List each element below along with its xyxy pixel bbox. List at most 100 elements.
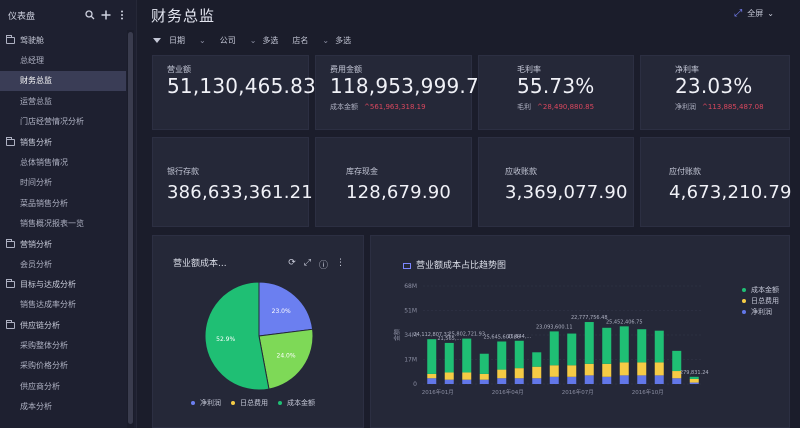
sidebar-scrollbar[interactable] bbox=[127, 30, 134, 428]
kpi-card-bank-deposit: 银行存款 386,633,361.21 bbox=[152, 137, 313, 227]
bar-cost[interactable] bbox=[637, 329, 647, 363]
sidebar-item[interactable]: 销售达成率分析 bbox=[0, 295, 126, 316]
bar-expense[interactable] bbox=[549, 365, 559, 377]
bar-profit[interactable] bbox=[462, 379, 472, 384]
legend-label: 日总费用 bbox=[240, 399, 268, 407]
sidebar-item[interactable]: 总体销售情况 bbox=[0, 152, 126, 173]
more-vertical-icon[interactable]: ⋮ bbox=[336, 258, 345, 271]
y-tick-label: 17M bbox=[404, 357, 417, 364]
trend-title-text: 营业额成本占比趋势图 bbox=[416, 261, 507, 271]
sidebar-item[interactable]: 财务总监 bbox=[0, 70, 126, 91]
folder-icon bbox=[6, 34, 15, 44]
sidebar-group[interactable]: 销售分析 bbox=[0, 132, 126, 152]
folder-icon bbox=[6, 136, 15, 146]
bar-expense[interactable] bbox=[497, 369, 507, 379]
sidebar-item[interactable]: 采购整体分析 bbox=[0, 335, 126, 356]
sidebar-item[interactable]: 会员分析 bbox=[0, 254, 126, 275]
filter-icon bbox=[153, 37, 161, 43]
add-icon[interactable] bbox=[100, 9, 112, 21]
bar-cost[interactable] bbox=[549, 331, 559, 366]
bar-expense[interactable] bbox=[514, 368, 524, 379]
bar-cost[interactable] bbox=[462, 338, 472, 373]
bar-profit[interactable] bbox=[602, 376, 612, 384]
sidebar-group[interactable]: 营销分析 bbox=[0, 234, 126, 254]
filter-store-label: 店名 bbox=[292, 35, 309, 45]
bar-profit[interactable] bbox=[444, 379, 454, 384]
filter-store[interactable]: 店名 ⌄ 多选 bbox=[292, 35, 351, 46]
bar-profit[interactable] bbox=[497, 378, 507, 384]
bar-cost[interactable] bbox=[479, 353, 489, 374]
sidebar-item[interactable]: 销售概况报表一览 bbox=[0, 214, 126, 235]
pie-chart: 23.0% 24.0% 52.9% bbox=[204, 281, 314, 391]
bar-profit[interactable] bbox=[619, 375, 629, 384]
sidebar-item[interactable]: 菜品销售分析 bbox=[0, 193, 126, 214]
bar-cost[interactable] bbox=[514, 340, 524, 369]
bar-expense[interactable] bbox=[444, 372, 454, 380]
bar-profit[interactable] bbox=[427, 378, 437, 384]
bar-cost[interactable] bbox=[427, 339, 437, 374]
fullscreen-button[interactable]: ⤢ 全屏 ⌄ bbox=[734, 8, 774, 19]
filter-date[interactable]: 日期 ⌄ bbox=[169, 35, 206, 46]
kpi-card-payables: 应付账款 4,673,210.79 bbox=[640, 137, 791, 227]
bar-cost[interactable] bbox=[567, 333, 577, 366]
filter-company[interactable]: 公司 ⌄ 多选 bbox=[220, 35, 279, 46]
bar-profit[interactable] bbox=[672, 378, 682, 384]
bar-cost[interactable] bbox=[654, 330, 664, 363]
legend-label: 日总费用 bbox=[751, 296, 779, 305]
sidebar-header: 仪表盘 bbox=[0, 0, 136, 30]
bar-profit[interactable] bbox=[514, 378, 524, 384]
expand-icon[interactable]: ⤢ bbox=[304, 258, 311, 271]
bar-profit[interactable] bbox=[549, 376, 559, 384]
bar-expense[interactable] bbox=[654, 362, 664, 376]
bar-profit[interactable] bbox=[654, 375, 664, 384]
sidebar-item[interactable]: 采购价格分析 bbox=[0, 356, 126, 377]
legend-label: 净利润 bbox=[751, 307, 772, 316]
bar-profit[interactable] bbox=[479, 379, 489, 384]
bar-expense[interactable] bbox=[584, 363, 594, 376]
bar-cost[interactable] bbox=[532, 352, 542, 367]
pie-slice[interactable] bbox=[204, 281, 270, 391]
bar-expense[interactable] bbox=[602, 363, 612, 377]
search-icon[interactable] bbox=[84, 9, 96, 21]
sidebar-item[interactable]: 门店经营情况分析 bbox=[0, 112, 126, 133]
bar-profit[interactable] bbox=[532, 378, 542, 384]
bar-profit[interactable] bbox=[637, 375, 647, 384]
bar-expense[interactable] bbox=[427, 373, 437, 379]
sidebar-item[interactable]: 总经理 bbox=[0, 50, 126, 71]
trend-legend: 成本金额 日总费用 净利润 bbox=[742, 284, 779, 317]
info-icon[interactable]: ⓘ bbox=[319, 258, 328, 271]
bar-cost[interactable] bbox=[619, 326, 629, 363]
kpi-value: 386,633,361.21 bbox=[167, 182, 313, 203]
bar-expense[interactable] bbox=[532, 366, 542, 379]
bar-cost[interactable] bbox=[602, 327, 612, 364]
sidebar-item[interactable]: 成本分析 bbox=[0, 397, 126, 418]
bar-expense[interactable] bbox=[637, 362, 647, 376]
sidebar-item[interactable]: 供应商分析 bbox=[0, 376, 126, 397]
filter-company-label: 公司 bbox=[219, 35, 236, 45]
legend-label: 净利润 bbox=[200, 399, 221, 407]
bar-cost[interactable] bbox=[497, 341, 507, 370]
bar-expense[interactable] bbox=[689, 378, 699, 383]
sidebar-group[interactable]: 目标与达成分析 bbox=[0, 275, 126, 295]
bar-cost[interactable] bbox=[672, 350, 682, 372]
bar-profit[interactable] bbox=[584, 375, 594, 384]
bar-expense[interactable] bbox=[462, 372, 472, 380]
bar-expense[interactable] bbox=[567, 365, 577, 377]
scrollbar-thumb[interactable] bbox=[128, 32, 133, 424]
bar-expense[interactable] bbox=[619, 362, 629, 376]
sidebar-group[interactable]: 驾驶舱 bbox=[0, 30, 126, 50]
bar-profit[interactable] bbox=[567, 376, 577, 384]
sidebar-group[interactable]: 供应链分析 bbox=[0, 315, 126, 335]
sidebar-item[interactable]: 运营总监 bbox=[0, 91, 126, 112]
refresh-icon[interactable]: ⟳ bbox=[288, 258, 296, 271]
bar-profit[interactable] bbox=[689, 382, 699, 384]
sidebar-item[interactable]: 时间分析 bbox=[0, 173, 126, 194]
more-vertical-icon[interactable] bbox=[116, 9, 128, 21]
x-tick-label: 2016年10月 bbox=[632, 388, 664, 396]
bar-cost[interactable] bbox=[584, 322, 594, 364]
bar-expense[interactable] bbox=[479, 373, 489, 380]
bar-cost[interactable] bbox=[689, 376, 699, 379]
bar-data-label: 22,777,756.48 bbox=[571, 315, 608, 321]
bar-cost[interactable] bbox=[444, 342, 454, 373]
folder-icon bbox=[6, 319, 15, 329]
